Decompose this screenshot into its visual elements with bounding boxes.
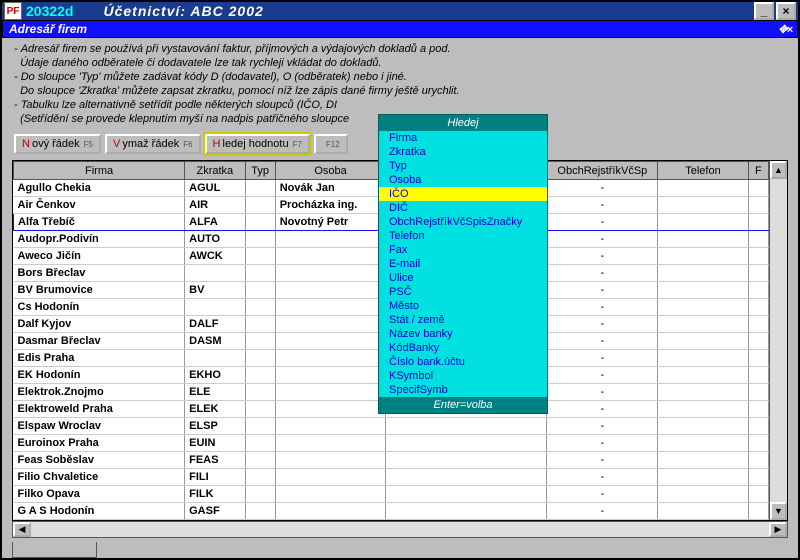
col-header[interactable]: Osoba [275,162,386,180]
scroll-up-icon[interactable]: ▲ [770,161,787,179]
new-row-button[interactable]: Nový řádekF5 [14,134,101,154]
popup-item[interactable]: E-mail [379,257,547,271]
table-row[interactable]: G A S HodonínGASF- [14,503,769,520]
popup-footer: Enter=volba [379,397,547,413]
popup-item[interactable]: Název banky [379,327,547,341]
app-logo: PF [4,2,22,20]
popup-item[interactable]: DIČ [379,201,547,215]
popup-item[interactable]: Telefon [379,229,547,243]
table-row[interactable]: Euroinox PrahaEUIN- [14,435,769,452]
panel-title: Adresář firem ✥ × [2,20,798,38]
popup-item[interactable]: IČO [379,187,547,201]
popup-item[interactable]: Číslo bank.účtu [379,355,547,369]
minimize-button[interactable]: _ [754,2,774,20]
popup-item[interactable]: Město [379,299,547,313]
popup-item[interactable]: Firma [379,131,547,145]
scroll-right-icon[interactable]: ▶ [769,522,787,537]
table-row[interactable]: Elspaw WroclavELSP- [14,418,769,435]
vertical-scrollbar[interactable]: ▲ ▼ [769,161,787,520]
titlebar: PF 20322d Účetnictví: ABC 2002 _ × [2,2,798,20]
move-icon[interactable]: ✥ × [778,23,791,36]
popup-item[interactable]: Ulice [379,271,547,285]
title-code: 20322d [26,3,73,19]
popup-item[interactable]: KódBanky [379,341,547,355]
table-row[interactable]: Filio ChvaleticeFILI- [14,469,769,486]
popup-item[interactable]: Typ [379,159,547,173]
col-header[interactable]: F [748,162,768,180]
col-header[interactable]: Telefon [658,162,749,180]
panel-title-text: Adresář firem [9,22,87,36]
scroll-down-icon[interactable]: ▼ [770,502,787,520]
popup-item[interactable]: PSČ [379,285,547,299]
delete-row-button[interactable]: Vymaž řádekF6 [105,134,201,154]
scroll-left-icon[interactable]: ◀ [13,522,31,537]
title-main: Účetnictví: ABC 2002 [103,3,752,19]
search-value-button[interactable]: Hledej hodnotuF7 [205,134,310,154]
close-button[interactable]: × [776,2,796,20]
horizontal-scrollbar[interactable]: ◀ ▶ [12,521,788,538]
popup-item[interactable]: SpecifSymb [379,383,547,397]
popup-item[interactable]: KSymbol [379,369,547,383]
popup-item[interactable]: Zkratka [379,145,547,159]
tab-strip [12,542,798,558]
popup-item[interactable]: ObchRejstříkVčSpisZnačky [379,215,547,229]
sheet-tab[interactable] [12,542,97,558]
table-row[interactable]: Feas SoběslavFEAS- [14,452,769,469]
col-header[interactable]: Zkratka [185,162,245,180]
popup-item[interactable]: Osoba [379,173,547,187]
col-header[interactable]: Firma [14,162,185,180]
table-row[interactable]: Filko OpavaFILK- [14,486,769,503]
col-header[interactable]: ObchRejstříkVčSp [547,162,658,180]
col-header[interactable]: Typ [245,162,275,180]
search-field-popup[interactable]: Hledej FirmaZkratkaTypOsobaIČODIČObchRej… [378,114,548,414]
popup-header: Hledej [379,115,547,131]
popup-item[interactable]: Fax [379,243,547,257]
f12-button[interactable]: F12 [314,134,348,154]
popup-item[interactable]: Stát / země [379,313,547,327]
